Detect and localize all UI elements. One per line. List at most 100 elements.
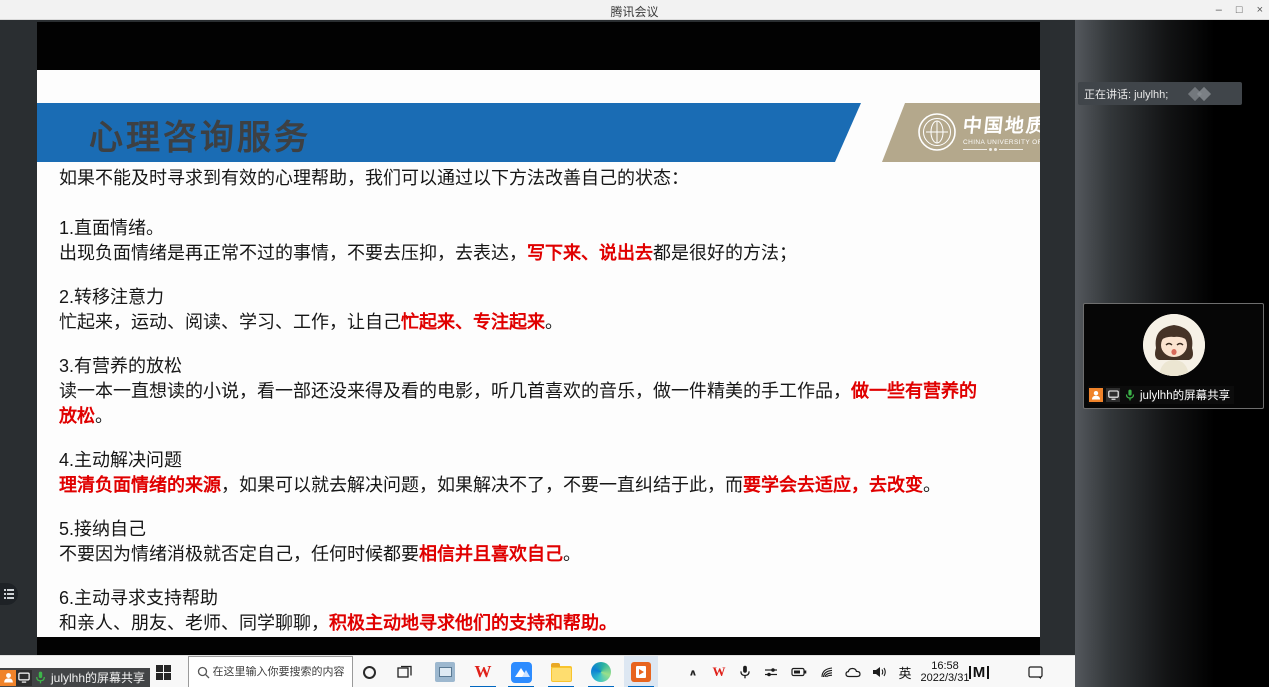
- tray-volume-item[interactable]: [866, 656, 892, 687]
- share-overlay-label: julylhh的屏幕共享: [51, 669, 145, 686]
- taskbar-app-edge[interactable]: [584, 656, 618, 687]
- ime-m-icon: M: [969, 666, 990, 679]
- slide-title-banner: 心理咨询服务 中国地质大学 CHINA UNIVERSITY OF GEOSCI…: [37, 103, 1040, 162]
- university-name-cn: 中国地质大学: [962, 111, 1040, 138]
- search-icon: [197, 666, 210, 679]
- cortana-button[interactable]: [355, 656, 383, 687]
- screen-share-icon: [16, 670, 32, 686]
- logo-divider: [963, 148, 1023, 151]
- contacts-app-icon: [435, 662, 455, 682]
- highlighted-text: 要学会去适应，去改变: [743, 475, 923, 495]
- tray-ime-toolbar[interactable]: M: [962, 656, 996, 687]
- highlighted-text: 写下来、说出去: [527, 243, 653, 263]
- section-body: 和亲人、朋友、老师、同学聊聊，积极主动地寻求他们的支持和帮助。: [59, 611, 981, 636]
- slide-top-black-bar: [37, 22, 1040, 70]
- slide-content: 如果不能及时寻求到有效的心理帮助，我们可以通过以下方法改善自己的状态： 1.直面…: [59, 166, 981, 637]
- taskbar-app-tencent-meeting[interactable]: [504, 656, 538, 687]
- participant-video-thumbnail[interactable]: julylhh的屏幕共享: [1083, 303, 1264, 409]
- slide-section: 5.接纳自己不要因为情绪消极就否定自己，任何时候都要相信并且喜欢自己。: [59, 517, 981, 567]
- tray-network-item[interactable]: [814, 656, 840, 687]
- thumbnail-status-row: julylhh的屏幕共享: [1088, 386, 1234, 404]
- close-icon[interactable]: ×: [1257, 0, 1263, 20]
- task-view-button[interactable]: [390, 656, 418, 687]
- battery-icon: [791, 667, 807, 677]
- screen: 腾讯会议 – □ × 心理咨询服务: [0, 0, 1269, 687]
- section-heading: 4.主动解决问题: [59, 448, 981, 473]
- host-person-icon: [0, 670, 16, 686]
- taskbar-app-wps-office[interactable]: W: [466, 656, 500, 687]
- university-name-en: CHINA UNIVERSITY OF GEOSCIENCES: [963, 139, 1040, 146]
- section-heading: 5.接纳自己: [59, 517, 981, 542]
- active-speaker-label: 正在讲话: julylhh;: [1078, 86, 1168, 102]
- cloud-icon: [845, 667, 861, 678]
- participant-avatar: [1143, 314, 1205, 376]
- section-body: 忙起来，运动、阅读、学习、工作，让自己忙起来、专注起来。: [59, 310, 981, 335]
- section-heading: 3.有营养的放松: [59, 354, 981, 379]
- tray-cloud-item[interactable]: [840, 656, 866, 687]
- section-heading: 2.转移注意力: [59, 285, 981, 310]
- slide-section: 1.直面情绪。出现负面情绪是再正常不过的事情，不要去压抑，去表达，写下来、说出去…: [59, 216, 981, 266]
- sidebar-toggle-button[interactable]: [0, 583, 18, 605]
- body-text: 。: [545, 312, 563, 332]
- slide-section: 2.转移注意力忙起来，运动、阅读、学习、工作，让自己忙起来、专注起来。: [59, 285, 981, 335]
- tray-battery-item[interactable]: [786, 656, 812, 687]
- presentation-slide: 心理咨询服务 中国地质大学 CHINA UNIVERSITY OF GEOSCI…: [37, 70, 1040, 637]
- slide-section: 3.有营养的放松读一本一直想读的小说，看一部还没来得及看的电影，听几首喜欢的音乐…: [59, 354, 981, 429]
- tray-wps-item[interactable]: W: [706, 656, 732, 687]
- ime-language-label: 英: [898, 663, 911, 682]
- section-body: 读一本一直想读的小说，看一部还没来得及看的电影，听几首喜欢的音乐，做一件精美的手…: [59, 379, 981, 429]
- window-title: 腾讯会议: [0, 3, 1269, 20]
- slide-sections: 1.直面情绪。出现负面情绪是再正常不过的事情，不要去压抑，去表达，写下来、说出去…: [59, 216, 981, 636]
- screen-share-icon: [1106, 388, 1120, 402]
- shared-screen-stage: 心理咨询服务 中国地质大学 CHINA UNIVERSITY OF GEOSCI…: [0, 20, 1075, 687]
- window-titlebar: 腾讯会议 – □ ×: [0, 0, 1269, 20]
- highlighted-text: 相信并且喜欢自己: [419, 544, 563, 564]
- body-text: 。: [95, 406, 113, 426]
- edge-browser-icon: [591, 662, 611, 682]
- windows-taskbar: W ∧ W: [0, 655, 1075, 687]
- highlighted-text: 理清负面情绪的来源: [59, 475, 221, 495]
- taskbar-app-file-explorer[interactable]: [544, 656, 578, 687]
- microphone-tray-icon: [739, 665, 751, 679]
- tray-microphone-item[interactable]: [732, 656, 758, 687]
- section-heading: 1.直面情绪。: [59, 216, 981, 241]
- clock-time: 16:58: [931, 660, 959, 672]
- body-text: 忙起来，运动、阅读、学习、工作，让自己: [59, 312, 401, 332]
- speaker-icon: [872, 666, 887, 678]
- search-input[interactable]: [213, 666, 345, 678]
- microphone-on-icon: [1123, 388, 1137, 402]
- action-center-button[interactable]: [1018, 656, 1052, 687]
- chevron-up-icon: ∧: [689, 667, 698, 677]
- host-person-icon: [1089, 388, 1103, 402]
- university-name-block: 中国地质大学 CHINA UNIVERSITY OF GEOSCIENCES: [963, 111, 1040, 151]
- section-body: 出现负面情绪是再正常不过的事情，不要去压抑，去表达，写下来、说出去都是很好的方法…: [59, 241, 981, 266]
- meeting-right-panel: 正在讲话: julylhh;: [1075, 20, 1269, 687]
- section-body: 不要因为情绪消极就否定自己，任何时候都要相信并且喜欢自己。: [59, 542, 981, 567]
- highlighted-text: 积极主动地寻求他们的支持和帮助。: [329, 613, 617, 633]
- tray-hidden-icons-button[interactable]: ∧: [680, 656, 706, 687]
- body-text: 。: [563, 544, 581, 564]
- start-button[interactable]: [148, 656, 178, 687]
- taskbar-search[interactable]: [188, 656, 353, 687]
- body-text: ，如果可以就去解决问题，如果解决不了，不要一直纠结于此，而: [221, 475, 743, 495]
- taskbar-app-contacts[interactable]: [428, 656, 462, 687]
- highlighted-text: 忙起来、专注起来: [401, 312, 545, 332]
- sliders-icon: [764, 666, 778, 678]
- tray-ime-language[interactable]: 英: [892, 656, 918, 687]
- section-heading: 6.主动寻求支持帮助: [59, 586, 981, 611]
- body-text: 不要因为情绪消极就否定自己，任何时候都要: [59, 544, 419, 564]
- notification-icon: [1028, 666, 1043, 679]
- slide-section: 6.主动寻求支持帮助和亲人、朋友、老师、同学聊聊，积极主动地寻求他们的支持和帮助…: [59, 586, 981, 636]
- tray-audio-mixer-item[interactable]: [758, 656, 784, 687]
- window-controls: – □ ×: [1216, 0, 1263, 20]
- minimize-icon[interactable]: –: [1216, 0, 1222, 20]
- body-text: 和亲人、朋友、老师、同学聊聊，: [59, 613, 329, 633]
- body-text: 读一本一直想读的小说，看一部还没来得及看的电影，听几首喜欢的音乐，做一件精美的手…: [59, 381, 851, 401]
- windows-logo-icon: [156, 665, 171, 680]
- body-text: 出现负面情绪是再正常不过的事情，不要去压抑，去表达，: [59, 243, 527, 263]
- taskbar-app-wps-presentation[interactable]: [624, 656, 658, 687]
- file-explorer-icon: [551, 666, 572, 682]
- wps-office-icon: W: [475, 662, 492, 682]
- maximize-icon[interactable]: □: [1236, 0, 1243, 20]
- body-text: 都是很好的方法；: [653, 243, 797, 263]
